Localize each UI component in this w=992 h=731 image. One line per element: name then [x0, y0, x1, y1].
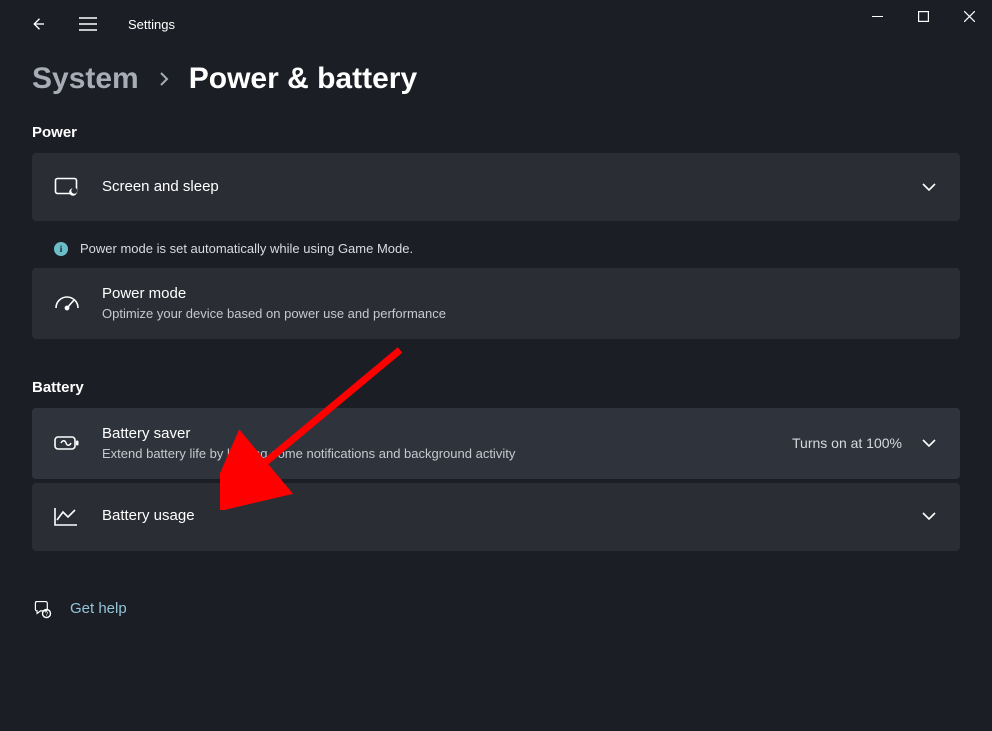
- screen-and-sleep-item[interactable]: Screen and sleep: [32, 153, 960, 221]
- card-subtitle: Extend battery life by limiting some not…: [102, 445, 792, 463]
- page-title: Power & battery: [189, 62, 417, 96]
- chart-icon: [54, 507, 84, 527]
- info-text: Power mode is set automatically while us…: [80, 241, 413, 256]
- info-icon: [54, 242, 68, 256]
- card-subtitle: Optimize your device based on power use …: [102, 305, 938, 323]
- title-bar: Settings: [0, 0, 992, 48]
- section-heading-power: Power: [32, 124, 960, 141]
- chevron-down-icon: [920, 512, 938, 521]
- card-title: Battery saver: [102, 424, 792, 444]
- window-controls: [854, 0, 992, 32]
- section-heading-battery: Battery: [32, 379, 960, 396]
- gauge-icon: [54, 294, 84, 312]
- card-title: Screen and sleep: [102, 177, 920, 197]
- card-title: Power mode: [102, 284, 938, 304]
- battery-saver-icon: [54, 435, 84, 451]
- maximize-button[interactable]: [900, 0, 946, 32]
- power-mode-item[interactable]: Power mode Optimize your device based on…: [32, 268, 960, 339]
- get-help-link[interactable]: ? Get help: [32, 599, 960, 619]
- help-link-text: Get help: [70, 600, 127, 617]
- breadcrumb-parent[interactable]: System: [32, 62, 139, 96]
- help-icon: ?: [32, 599, 52, 619]
- battery-saver-item[interactable]: Battery saver Extend battery life by lim…: [32, 408, 960, 479]
- battery-saver-value: Turns on at 100%: [792, 435, 902, 451]
- minimize-button[interactable]: [854, 0, 900, 32]
- navigation-menu-button[interactable]: [68, 4, 108, 44]
- content-region: System Power & battery Power Screen and …: [0, 48, 992, 619]
- card-title: Battery usage: [102, 506, 920, 526]
- chevron-down-icon: [920, 439, 938, 448]
- app-title: Settings: [128, 17, 175, 32]
- chevron-down-icon: [920, 183, 938, 192]
- power-mode-info-strip: Power mode is set automatically while us…: [32, 229, 960, 268]
- breadcrumb: System Power & battery: [32, 62, 960, 96]
- battery-usage-item[interactable]: Battery usage: [32, 483, 960, 551]
- chevron-right-icon: [159, 71, 169, 87]
- close-button[interactable]: [946, 0, 992, 32]
- screen-icon: [54, 177, 84, 197]
- back-button[interactable]: [18, 4, 58, 44]
